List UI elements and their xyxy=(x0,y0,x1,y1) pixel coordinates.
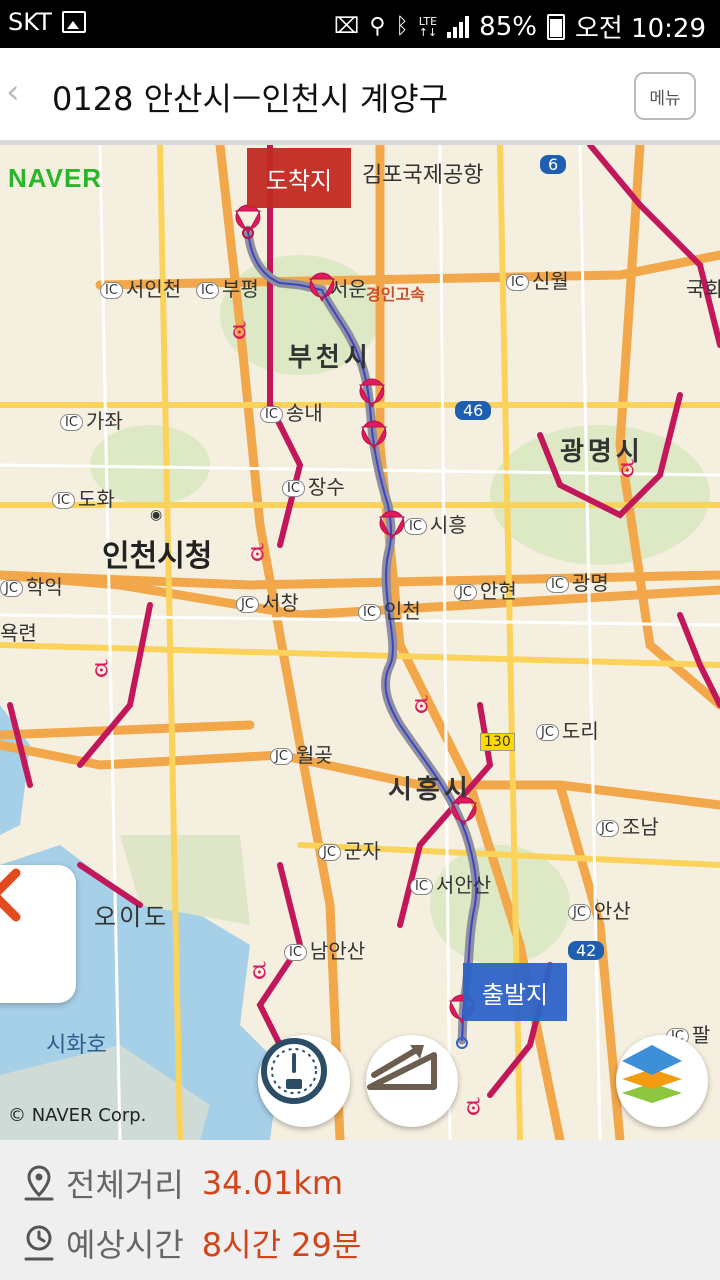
road-number-badge: 42 xyxy=(568,941,605,960)
start-label: 출발지 xyxy=(463,963,567,1021)
battery-icon xyxy=(546,13,565,40)
city-label: 시흥시 xyxy=(388,775,472,805)
distance-label: 전체거리 xyxy=(66,1166,184,1204)
road-number-badge: 130 xyxy=(480,733,515,751)
road-number-badge: 6 xyxy=(540,155,567,174)
gallery-icon xyxy=(61,11,86,33)
lte-icon: LTE ↑↓ xyxy=(418,14,438,39)
cityhall-dot-icon: ◉ xyxy=(150,507,163,523)
collapse-panel-button[interactable] xyxy=(0,865,76,1003)
city-label: 부천시 xyxy=(288,343,372,373)
jc-label: JC 군자 xyxy=(318,835,381,864)
jc-label: JC 조남 xyxy=(596,811,659,840)
time-value: 8시간 29분 xyxy=(201,1226,362,1264)
time-row: 예상시간 8시간 29분 xyxy=(22,1220,361,1266)
bicycle-icon: ಠ xyxy=(466,1089,481,1122)
bicycle-icon: ಠ xyxy=(94,651,109,684)
jc-label: JC 월곶 xyxy=(270,739,333,768)
jc-label: JC 안현 xyxy=(454,575,517,604)
city-label: 인천시청 xyxy=(102,539,213,574)
ic-label: IC 부평 xyxy=(196,273,259,302)
ic-label: IC 도화 xyxy=(52,483,115,512)
map-copyright: © NAVER Corp. xyxy=(8,1105,147,1126)
jc-label: JC 안산 xyxy=(568,895,631,924)
location-icon: ⚲ xyxy=(369,14,386,39)
time-label: 예상시간 xyxy=(66,1226,184,1264)
ic-label: IC 송내 xyxy=(260,397,323,426)
title-bar: ‹ 0128 안산시ㅡ인천시 계양구 메뉴 xyxy=(0,48,720,145)
jc-label: JC 학익 xyxy=(0,571,63,600)
elevation-icon xyxy=(367,1045,437,1090)
ic-label: IC 가좌 xyxy=(60,405,123,434)
signal-icon xyxy=(447,15,470,38)
elevation-button[interactable] xyxy=(366,1035,458,1127)
cast-icon: ⌧ xyxy=(334,14,360,39)
ic-label: IC 인천 xyxy=(358,595,421,624)
naver-logo: NAVER xyxy=(8,163,103,193)
destination-label: 도착지 xyxy=(247,148,351,208)
ic-label: IC 장수 xyxy=(282,471,345,500)
map-label: 국회 xyxy=(686,277,720,301)
jc-label: JC 서창 xyxy=(236,587,299,616)
ic-label: IC 광명 xyxy=(546,567,609,596)
ic-label: IC 남안산 xyxy=(284,935,365,964)
ic-label: IC 서안산 xyxy=(410,869,491,898)
carrier-label: SKT xyxy=(8,8,52,36)
ic-label: IC 서인천 xyxy=(100,273,181,302)
estimated-time-icon xyxy=(24,1225,54,1261)
road-number-badge: 46 xyxy=(455,401,492,420)
distance-value: 34.01km xyxy=(201,1164,344,1202)
layers-button[interactable] xyxy=(616,1035,708,1127)
map-label: 김포국제공항 xyxy=(362,163,484,188)
route-summary: 전체거리 34.01km 예상시간 8시간 29분 xyxy=(0,1140,720,1280)
menu-button[interactable]: 메뉴 xyxy=(634,72,696,120)
speedometer-button[interactable] xyxy=(258,1035,350,1127)
map-label: 오이도 xyxy=(94,903,170,931)
route-distance-icon xyxy=(24,1165,54,1201)
ic-label: IC 시흥 xyxy=(404,509,467,538)
bicycle-icon: ಠ xyxy=(232,313,247,346)
bicycle-icon: ಠ xyxy=(620,451,635,484)
distance-row: 전체거리 34.01km xyxy=(22,1160,343,1206)
ic-label: IC 신월 xyxy=(506,265,569,294)
page-title: 0128 안산시ㅡ인천시 계양구 xyxy=(52,80,449,118)
speedometer-icon xyxy=(261,1038,327,1104)
bicycle-icon: ಠ xyxy=(252,953,267,986)
map-label: 욕련 xyxy=(0,621,37,645)
bluetooth-icon: ᛒ xyxy=(395,14,409,39)
back-icon[interactable]: ‹ xyxy=(6,72,20,112)
clock: 오전 10:29 xyxy=(574,14,706,44)
bicycle-icon: ಠ xyxy=(250,535,265,568)
route-map[interactable]: 김포국제공항 6 IC 서인천 IC 부평 서운 경인고속 IC 신월 국회 부천시 … xyxy=(0,145,720,1140)
map-label: 서운 xyxy=(330,277,367,301)
battery-percent: 85% xyxy=(479,11,537,42)
status-bar: SKT ⌧ ⚲ ᛒ LTE ↑↓ 85% 오전 10:29 xyxy=(0,0,720,48)
chevron-left-icon xyxy=(0,868,21,922)
map-label: 시화호 xyxy=(46,1033,107,1058)
bicycle-icon: ಠ xyxy=(414,687,429,720)
jc-label: JC 도리 xyxy=(536,715,599,744)
highway-label: 경인고속 xyxy=(366,285,425,304)
layers-icon xyxy=(622,1045,682,1103)
